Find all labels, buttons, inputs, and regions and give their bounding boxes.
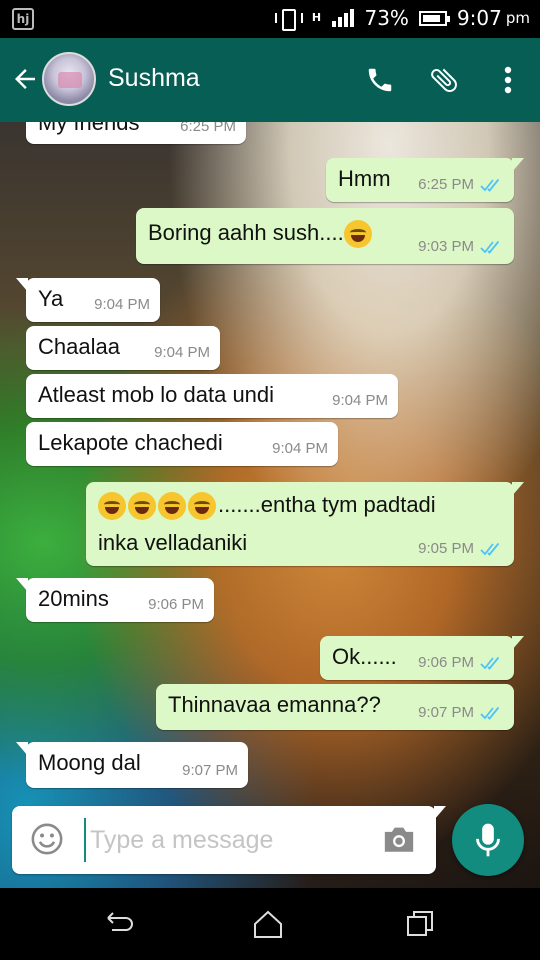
recents-nav-icon[interactable] — [402, 908, 438, 940]
message-time: 9:04 PM — [154, 344, 210, 361]
message-outgoing[interactable]: .......entha tym padtadi inka velladanik… — [86, 482, 524, 566]
message-time: 9:04 PM — [332, 392, 388, 409]
emoji-icon[interactable] — [30, 822, 64, 856]
status-bar: hj H 73% 9:07 pm — [0, 0, 540, 38]
message-time: 9:04 PM — [272, 440, 328, 457]
message-meta: 9:07 PM — [418, 704, 502, 721]
network-type-indicator: H — [311, 11, 322, 24]
more-options-button[interactable] — [476, 60, 540, 100]
tears-of-joy-emoji-icon — [98, 492, 126, 521]
message-time: 6:25 PM — [418, 176, 474, 193]
message-outgoing[interactable]: Boring aahh sush.... 9:03 PM — [136, 208, 514, 264]
message-incoming[interactable]: 20mins 9:06 PM — [16, 578, 214, 622]
message-time: 6:25 PM — [180, 122, 236, 135]
message-outgoing[interactable]: Thinnavaa emanna?? 9:07 PM — [156, 684, 514, 730]
tears-of-joy-emoji-icon — [128, 492, 156, 521]
message-text-line2: inka velladaniki — [98, 530, 248, 555]
message-text: 20mins — [38, 586, 109, 611]
clock: 9:07 — [456, 6, 502, 30]
message-input[interactable] — [84, 818, 364, 862]
message-text: Moong dal — [38, 750, 141, 775]
message-meta: 6:25 PM — [418, 176, 502, 193]
message-time: 9:07 PM — [182, 762, 238, 779]
message-text: Hmm — [338, 166, 391, 191]
message-time: 9:06 PM — [148, 596, 204, 613]
tears-of-joy-emoji-icon — [343, 220, 372, 249]
notification-app-icon: hj — [12, 8, 34, 30]
home-nav-icon[interactable] — [250, 908, 286, 940]
battery-percent: 73% — [364, 6, 409, 30]
read-receipt-icon — [480, 240, 500, 254]
message-incoming[interactable]: Chaalaa 9:04 PM — [26, 326, 220, 370]
more-vert-icon — [504, 66, 512, 94]
message-incoming[interactable]: My friends 6:25 PM — [26, 122, 246, 144]
message-composer — [12, 806, 446, 874]
contact-avatar[interactable] — [42, 52, 96, 106]
camera-icon[interactable] — [382, 824, 416, 854]
system-navigation-bar — [0, 888, 540, 960]
signal-icon — [332, 9, 355, 27]
read-receipt-icon — [480, 542, 500, 556]
tears-of-joy-emoji-icon — [158, 492, 186, 521]
contact-name[interactable]: Sushma — [108, 64, 200, 93]
attach-button[interactable] — [412, 60, 476, 100]
read-receipt-icon — [480, 178, 500, 192]
message-text: Ya — [38, 286, 64, 311]
message-incoming[interactable]: Ya 9:04 PM — [16, 278, 160, 322]
system-icons: H 73% 9:07 pm — [274, 6, 530, 31]
message-meta: 9:06 PM — [418, 654, 502, 671]
back-arrow-icon[interactable] — [10, 64, 40, 94]
message-incoming[interactable]: Lekapote chachedi 9:04 PM — [26, 422, 338, 466]
call-button[interactable] — [348, 60, 412, 100]
message-time: 9:07 PM — [418, 704, 474, 721]
clock-ampm: pm — [505, 9, 530, 27]
attach-icon — [431, 68, 457, 93]
message-meta: 9:05 PM — [418, 540, 502, 557]
voice-message-button[interactable] — [452, 804, 524, 876]
message-text: Lekapote chachedi — [38, 430, 223, 455]
message-text: .......entha tym padtadi — [98, 492, 436, 521]
back-nav-icon[interactable] — [102, 908, 138, 940]
chat-header: Sushma — [0, 38, 540, 122]
message-outgoing[interactable]: Hmm 6:25 PM — [326, 158, 524, 202]
message-outgoing[interactable]: Ok...... 9:06 PM — [320, 636, 524, 680]
chat-area[interactable]: My friends 6:25 PM Hmm 6:25 PM Boring aa… — [0, 122, 540, 888]
message-meta: 9:03 PM — [418, 238, 502, 255]
mic-icon — [476, 823, 500, 857]
message-text: Thinnavaa emanna?? — [168, 692, 381, 717]
header-actions — [348, 60, 540, 100]
battery-icon — [418, 10, 450, 26]
message-incoming[interactable]: Moong dal 9:07 PM — [16, 742, 248, 788]
call-icon — [368, 68, 392, 92]
message-time: 9:04 PM — [94, 296, 150, 313]
message-incoming[interactable]: Atleast mob lo data undi 9:04 PM — [26, 374, 398, 418]
message-text: My friends — [38, 122, 140, 135]
message-time: 9:05 PM — [418, 540, 474, 557]
message-text: Boring aahh sush.... — [148, 220, 374, 249]
vibrate-icon — [274, 8, 304, 31]
message-time: 9:06 PM — [418, 654, 474, 671]
message-text: Ok...... — [332, 644, 397, 669]
read-receipt-icon — [480, 656, 500, 670]
message-text: Atleast mob lo data undi — [38, 382, 275, 407]
message-text: Chaalaa — [38, 334, 120, 359]
read-receipt-icon — [480, 706, 500, 720]
message-time: 9:03 PM — [418, 238, 474, 255]
tears-of-joy-emoji-icon — [188, 492, 216, 521]
